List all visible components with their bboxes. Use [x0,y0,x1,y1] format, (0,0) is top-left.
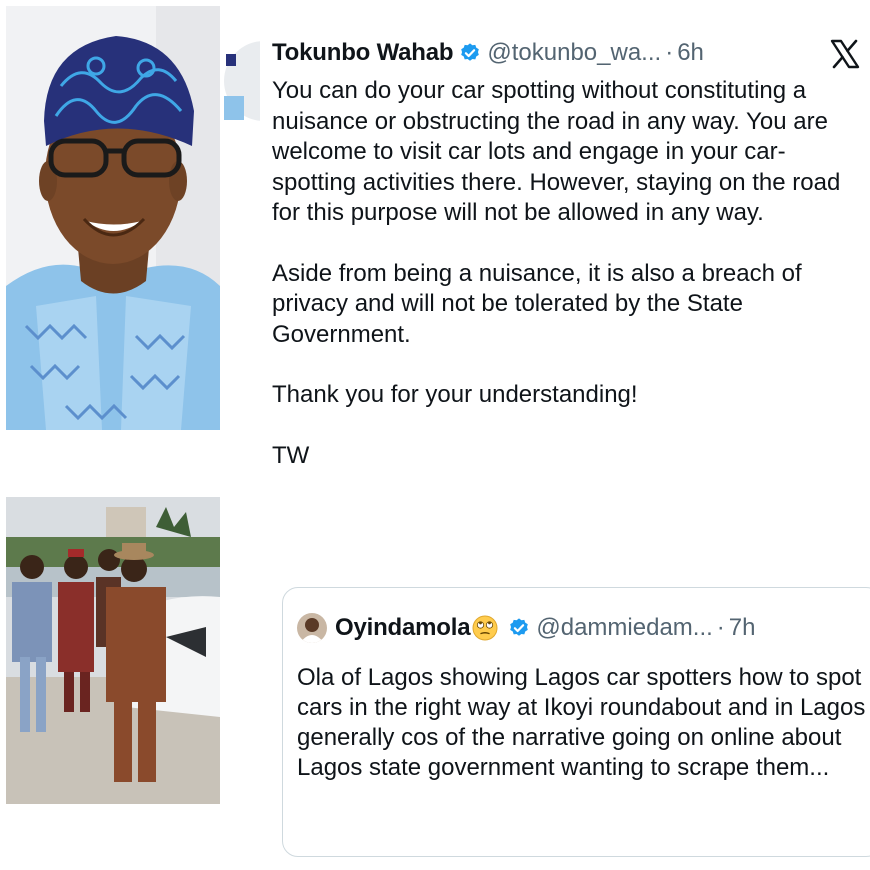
eye-roll-emoji-icon [472,615,498,641]
quoted-tweet-text: Ola of Lagos showing Lagos car spotters … [297,664,866,781]
separator-dot: · [716,614,725,641]
quoted-author-avatar[interactable] [297,613,327,643]
quoted-author-name[interactable]: Oyindamola [335,614,471,642]
tweet-paragraph: Aside from being a nuisance, it is also … [272,259,802,348]
car-spotters-photo [6,497,220,804]
verified-badge-icon [508,617,530,639]
tweet-paragraph: TW [272,441,310,469]
quoted-author-handle[interactable]: @dammiedam... [536,614,712,642]
verified-badge-icon [459,42,481,64]
portrait-photo [6,6,220,430]
separator-dot: · [665,39,674,66]
author-handle[interactable]: @tokunbo_wa... [487,39,661,67]
tweet-paragraph: You can do your car spotting without con… [272,77,841,226]
quoted-tweet-timestamp[interactable]: 7h [729,614,756,642]
x-logo-icon[interactable] [829,38,861,70]
author-avatar[interactable] [224,40,260,122]
tweet-paragraph: Thank you for your understanding! [272,381,638,408]
tweet-header: Tokunbo Wahab @tokunbo_wa... · 6h [272,35,704,71]
author-name[interactable]: Tokunbo Wahab [272,39,454,67]
quoted-tweet-header: Oyindamola @dammiedam... · 7h [297,613,756,643]
tweet-text: You can do your car spotting without con… [272,76,866,471]
quoted-tweet-card[interactable]: Oyindamola @dammiedam... · 7h Ola of Lag… [282,587,870,857]
tweet-timestamp[interactable]: 6h [677,39,704,67]
